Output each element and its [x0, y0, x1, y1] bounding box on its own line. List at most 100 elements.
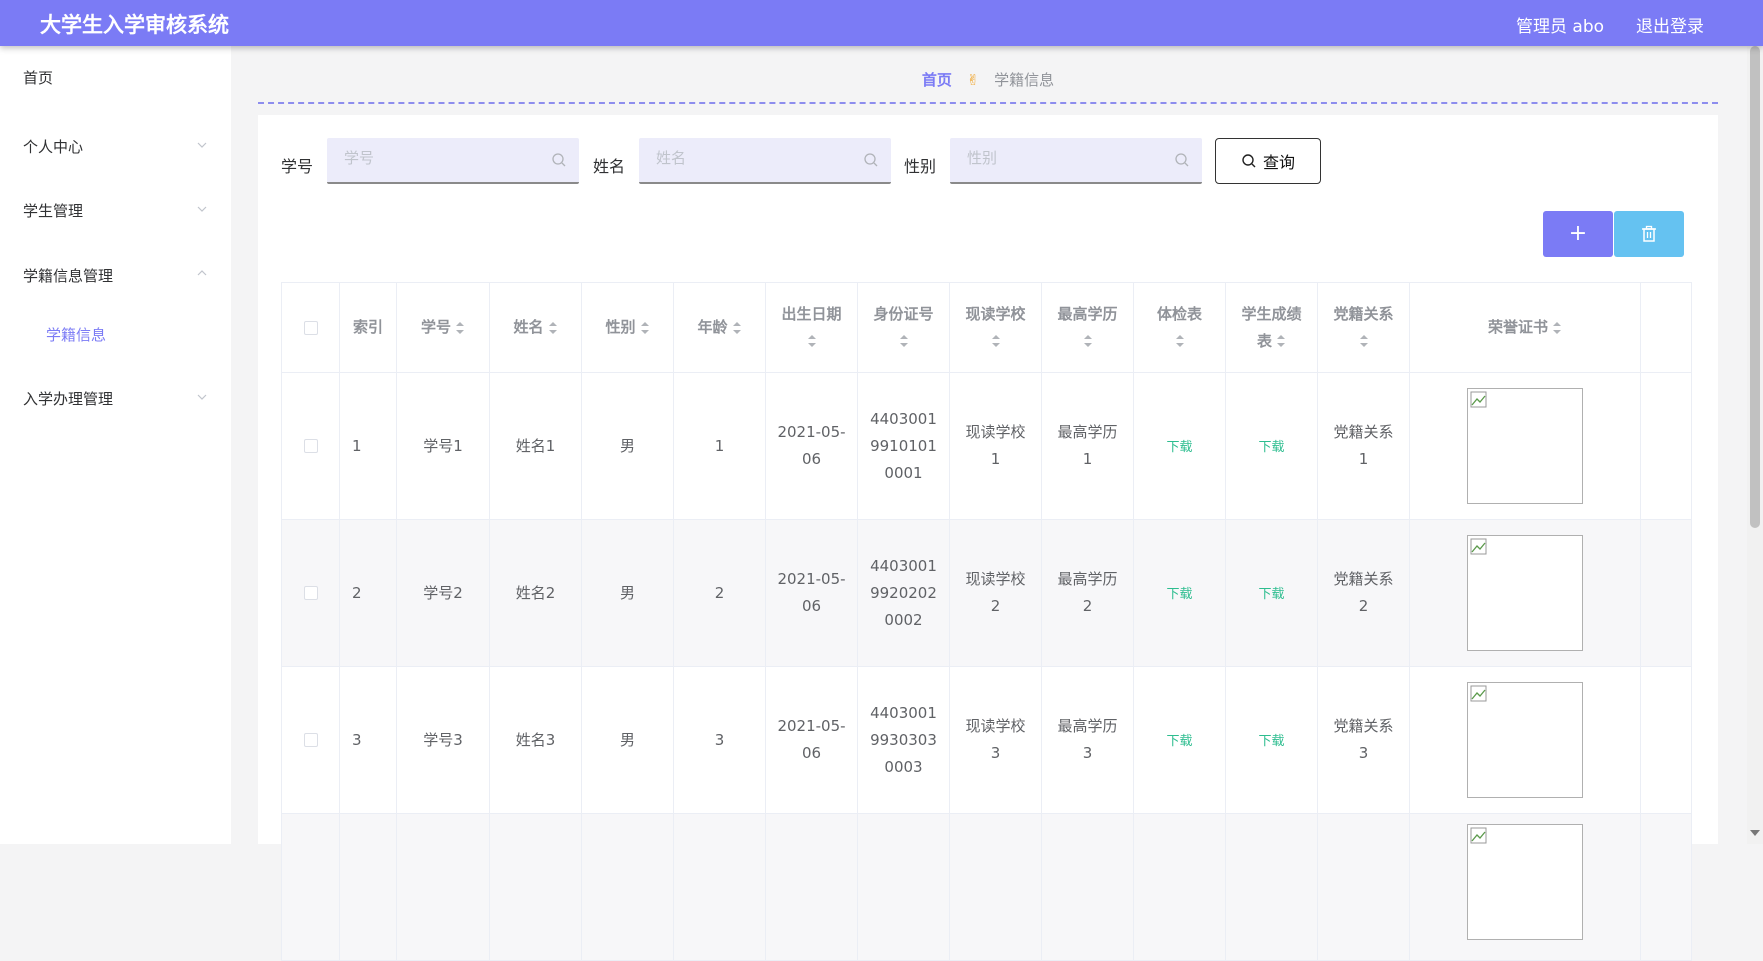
trash-icon — [1642, 225, 1656, 242]
cell-gender: 男 — [581, 666, 674, 814]
sidebar-item-home[interactable]: 首页 — [23, 67, 53, 88]
honor-certificate-image[interactable] — [1467, 682, 1583, 798]
chevron-up-icon — [197, 270, 207, 276]
sort-icon — [1277, 335, 1285, 347]
cell-id-card: 4403001 9930303 0003 — [857, 666, 950, 814]
row-checkbox[interactable] — [303, 586, 318, 600]
current-user: 管理员 abo — [1516, 17, 1605, 37]
cell-name: 姓名3 — [489, 666, 582, 814]
cell-current-school: 现读学校 1 — [949, 372, 1042, 520]
sort-icon — [640, 321, 649, 334]
sidebar: 首页 个人中心 学生管理 学籍信息管理 学籍信息 入学办理管理 — [0, 46, 231, 844]
sidebar-item-personal-center[interactable]: 个人中心 — [23, 136, 83, 157]
broken-image-icon — [1470, 391, 1487, 408]
search-icon — [552, 153, 566, 167]
col-health-form[interactable]: 体检表 — [1133, 282, 1226, 373]
cell-age: 3 — [673, 666, 766, 814]
sidebar-item-student-management[interactable]: 学生管理 — [23, 200, 83, 221]
sort-icon — [1359, 335, 1368, 347]
query-button[interactable]: 查询 — [1215, 138, 1321, 184]
chevron-down-icon — [197, 206, 207, 212]
cell-student-id: 学号1 — [396, 372, 490, 520]
delete-button[interactable] — [1614, 211, 1684, 257]
query-button-label: 查询 — [1262, 153, 1295, 172]
health-form-download-link[interactable]: 下载 — [1166, 734, 1192, 749]
col-current-school[interactable]: 现读学校 — [949, 282, 1042, 373]
divider — [258, 102, 1718, 104]
transcript-download-link[interactable]: 下载 — [1258, 587, 1284, 602]
cell-actions — [1640, 372, 1692, 520]
col-name[interactable]: 姓名 — [489, 282, 582, 373]
col-birth-date[interactable]: 出生日期 — [765, 282, 858, 373]
col-id-card[interactable]: 身份证号 — [857, 282, 950, 373]
chevron-down-icon — [197, 142, 207, 148]
cell-id-card: 4403001 9920202 0002 — [857, 519, 950, 667]
col-student-id[interactable]: 学号 — [396, 282, 490, 373]
col-gender[interactable]: 性别 — [581, 282, 674, 373]
col-honor-certificate[interactable]: 荣誉证书 — [1409, 282, 1641, 373]
transcript-download-link[interactable]: 下载 — [1258, 440, 1284, 455]
cell-index: 2 — [339, 519, 397, 667]
chevron-down-icon — [197, 394, 207, 400]
student-id-search — [327, 138, 579, 184]
broken-image-icon — [1470, 685, 1487, 702]
breadcrumb-home[interactable]: 首页 — [922, 71, 952, 89]
cell-current-school: 现读学校 3 — [949, 666, 1042, 814]
sidebar-item-admission-management[interactable]: 入学办理管理 — [23, 388, 113, 409]
student-id-input[interactable] — [344, 138, 544, 178]
sort-icon — [991, 335, 1000, 347]
gender-search — [950, 138, 1202, 184]
cell-party-relation: 党籍关系 3 — [1317, 666, 1410, 814]
main-content: 首页 ✌ 学籍信息 学号 姓名 性别 查询 + — [258, 46, 1718, 961]
cell-student-id: 学号3 — [396, 666, 490, 814]
honor-certificate-image[interactable] — [1467, 535, 1583, 651]
gender-label: 性别 — [904, 157, 937, 176]
col-party-relation[interactable]: 党籍关系 — [1317, 282, 1410, 373]
col-transcript[interactable]: 学生成绩表 — [1225, 282, 1318, 373]
cell-gender: 男 — [581, 519, 674, 667]
cell-index: 1 — [339, 372, 397, 520]
cell-highest-education: 最高学历 1 — [1041, 372, 1134, 520]
enrollment-table: 索引 学号 姓名 性别 年龄 出生日期 身份证号 现读学校 最高学历 体检表 学… — [281, 282, 1692, 961]
honor-certificate-image[interactable] — [1467, 388, 1583, 504]
scrollbar-thumb[interactable] — [1750, 46, 1760, 528]
health-form-download-link[interactable]: 下载 — [1166, 587, 1192, 602]
student-id-label: 学号 — [281, 157, 314, 176]
scroll-down-arrow-icon[interactable] — [1750, 830, 1760, 836]
row-checkbox[interactable] — [303, 733, 318, 747]
sort-icon — [732, 321, 741, 334]
sort-icon — [1175, 335, 1184, 347]
transcript-download-link[interactable]: 下载 — [1258, 734, 1284, 749]
name-input[interactable] — [656, 138, 856, 178]
broken-image-icon — [1470, 538, 1487, 555]
add-button[interactable]: + — [1543, 211, 1613, 257]
col-highest-education[interactable]: 最高学历 — [1041, 282, 1134, 373]
cell-party-relation: 党籍关系 2 — [1317, 519, 1410, 667]
col-index: 索引 — [339, 282, 397, 373]
victory-hand-icon: ✌ — [966, 71, 980, 89]
honor-certificate-image[interactable] — [1467, 824, 1583, 940]
col-age[interactable]: 年龄 — [673, 282, 766, 373]
plus-icon: + — [1568, 221, 1588, 246]
col-actions — [1640, 282, 1692, 373]
row-checkbox[interactable] — [303, 439, 318, 453]
sidebar-item-enrollment-info[interactable]: 学籍信息 — [46, 324, 106, 345]
app-title: 大学生入学审核系统 — [40, 13, 229, 37]
select-all-checkbox[interactable] — [303, 320, 318, 335]
cell-name: 姓名1 — [489, 372, 582, 520]
table-header-row: 索引 学号 姓名 性别 年龄 出生日期 身份证号 现读学校 最高学历 体检表 学… — [281, 282, 1692, 373]
cell-actions — [1640, 666, 1692, 814]
health-form-download-link[interactable]: 下载 — [1166, 440, 1192, 455]
breadcrumb: 首页 ✌ 学籍信息 — [258, 46, 1718, 104]
gender-input[interactable] — [967, 138, 1167, 178]
cell-index: 3 — [339, 666, 397, 814]
table-row — [281, 813, 1692, 961]
table-row: 2 学号2 姓名2 男 2 2021-05- 06 4403001 9920202 0… — [281, 519, 1692, 667]
list-panel: 学号 姓名 性别 查询 + — [258, 115, 1718, 961]
sidebar-item-enrollment-info-management[interactable]: 学籍信息管理 — [23, 265, 113, 286]
page-scrollbar[interactable] — [1747, 46, 1763, 844]
logout-button[interactable]: 退出登录 — [1636, 12, 1704, 37]
cell-current-school: 现读学校 2 — [949, 519, 1042, 667]
table-row: 1 学号1 姓名1 男 1 2021-05- 06 4403001 9910101 0… — [281, 372, 1692, 520]
search-icon — [1242, 154, 1256, 168]
